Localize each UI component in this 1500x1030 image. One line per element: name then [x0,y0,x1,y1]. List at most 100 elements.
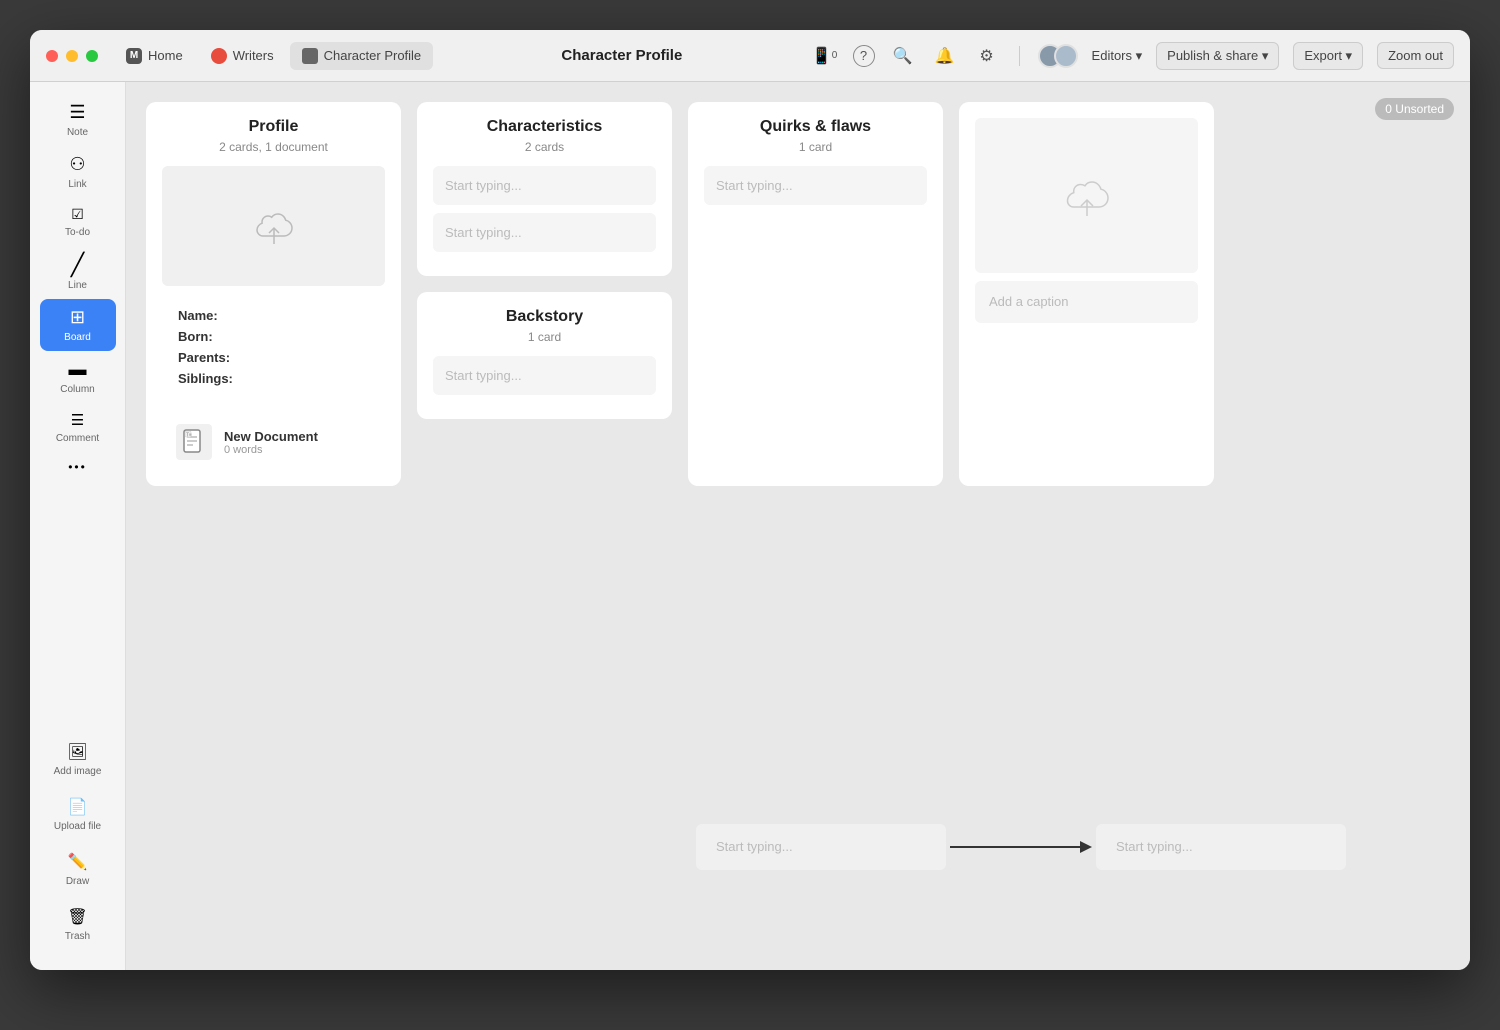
document-info: New Document 0 words [224,429,318,456]
sidebar: ☰ Note ⚇ Link ☑ To-do ╱ Line ⊞ Board ▬ C… [30,82,126,970]
titlebar: M Home Writers Character Profile Charact… [30,30,1470,82]
siblings-field: Siblings: [178,371,369,386]
search-icon[interactable]: 🔍 [889,42,917,70]
sidebar-bottom: 🖼 Add image 📄 Upload file ✏️ Draw 🗑 Tras… [40,734,116,950]
characteristics-wrapper: Characteristics 2 cards Start typing... … [417,102,672,486]
more-icon: ••• [68,460,87,474]
mobile-icon[interactable]: 📱0 [811,42,839,70]
character-tab-icon [302,48,318,64]
arrow-connector [946,846,1096,848]
sidebar-item-line[interactable]: ╱ Line [40,246,116,299]
quirks-title: Quirks & flaws [704,118,927,136]
quirks-column: Quirks & flaws 1 card Start typing... [688,102,943,486]
bell-icon[interactable]: 🔔 [931,42,959,70]
profile-column: Profile 2 cards, 1 document Name: Born [146,102,401,486]
image-caption-area[interactable]: Add a caption [975,281,1198,323]
window-title: Character Profile [433,47,810,64]
sidebar-item-todo[interactable]: ☑ To-do [40,198,116,246]
export-button[interactable]: Export ▾ [1293,42,1363,70]
characteristics-card-1[interactable]: Start typing... [433,166,656,205]
sidebar-item-link[interactable]: ⚇ Link [40,146,116,198]
quirks-subtitle: 1 card [704,140,927,154]
floating-left-placeholder: Start typing... [716,839,793,854]
arrow-head [1080,841,1092,853]
avatar-2 [1054,44,1078,68]
floating-card-right[interactable]: Start typing... [1096,824,1346,870]
characteristics-column: Characteristics 2 cards Start typing... … [417,102,672,276]
profile-title: Profile [162,118,385,136]
minimize-button[interactable] [66,50,78,62]
titlebar-right: 📱0 ? 🔍 🔔 ⚙ Editors ▾ Publish & share ▾ E… [811,42,1454,70]
zoom-out-button[interactable]: Zoom out [1377,42,1454,69]
board-label: Board [64,332,91,343]
board-icon: ⊞ [70,307,85,328]
tab-home[interactable]: M Home [114,42,195,70]
add-image-icon: 🖼 [67,742,87,762]
profile-image-card[interactable] [162,166,385,286]
sidebar-item-upload-file[interactable]: 📄 Upload file [40,789,116,840]
trash-icon: 🗑 [67,907,87,927]
settings-icon[interactable]: ⚙ [973,42,1001,70]
arrow-line [950,846,1090,848]
board-row-1: Profile 2 cards, 1 document Name: Born [146,102,1450,486]
add-image-label: Add image [54,766,102,777]
maximize-button[interactable] [86,50,98,62]
tab-character-label: Character Profile [324,48,422,63]
characteristics-card-2[interactable]: Start typing... [433,213,656,252]
line-label: Line [68,280,87,291]
floating-cards-row: Start typing... Start typing... [696,824,1346,870]
born-field: Born: [178,329,369,344]
help-icon[interactable]: ? [853,45,875,67]
document-title: New Document [224,429,318,444]
characteristics-title: Characteristics [433,118,656,136]
document-card[interactable]: T≡ New Document 0 words [162,414,385,470]
upload-file-label: Upload file [54,821,101,832]
column-label: Column [60,384,94,395]
sidebar-item-note[interactable]: ☰ Note [40,94,116,146]
traffic-lights [46,50,98,62]
sidebar-item-add-image[interactable]: 🖼 Add image [40,734,116,785]
backstory-card[interactable]: Start typing... [433,356,656,395]
editor-avatars [1038,44,1078,68]
draw-icon: ✏️ [68,852,88,872]
floating-card-left[interactable]: Start typing... [696,824,946,870]
sidebar-item-trash[interactable]: 🗑 Trash [40,899,116,950]
upload-file-icon: 📄 [68,797,88,817]
backstory-placeholder: Start typing... [445,368,644,383]
tab-writers[interactable]: Writers [199,42,286,70]
cloud-upload-large-icon [1057,171,1117,221]
tab-writers-label: Writers [233,48,274,63]
draw-label: Draw [66,876,89,887]
tab-home-label: Home [148,48,183,63]
publish-share-button[interactable]: Publish & share ▾ [1156,42,1279,70]
svg-text:T≡: T≡ [186,433,192,439]
comment-icon: ☰ [71,411,84,429]
name-field: Name: [178,308,369,323]
sidebar-item-draw[interactable]: ✏️ Draw [40,844,116,895]
main-layout: ☰ Note ⚇ Link ☑ To-do ╱ Line ⊞ Board ▬ C… [30,82,1470,970]
todo-icon: ☑ [71,206,84,223]
sidebar-item-more[interactable]: ••• [40,452,116,482]
document-subtitle: 0 words [224,444,318,456]
sidebar-item-comment[interactable]: ☰ Comment [40,403,116,452]
todo-label: To-do [65,227,90,238]
close-button[interactable] [46,50,58,62]
link-icon: ⚇ [69,154,85,175]
tab-character-profile[interactable]: Character Profile [290,42,434,70]
sidebar-item-column[interactable]: ▬ Column [40,351,116,403]
divider [1019,46,1020,66]
backstory-title: Backstory [433,308,656,326]
characteristics-placeholder-2: Start typing... [445,225,644,240]
unsorted-badge[interactable]: 0 Unsorted [1375,98,1454,120]
quirks-card[interactable]: Start typing... [704,166,927,205]
floating-right-placeholder: Start typing... [1116,839,1193,854]
sidebar-item-board[interactable]: ⊞ Board [40,299,116,351]
editors-button[interactable]: Editors ▾ [1092,48,1143,64]
home-tab-icon: M [126,48,142,64]
image-upload-area[interactable] [975,118,1198,273]
quirks-placeholder: Start typing... [716,178,915,193]
cloud-upload-icon [248,204,300,248]
line-icon: ╱ [71,254,84,276]
writers-tab-icon [211,48,227,64]
doc-svg: T≡ [183,429,205,455]
